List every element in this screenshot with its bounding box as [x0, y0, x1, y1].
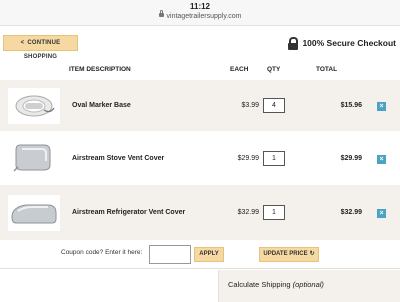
column-header-each: EACH	[230, 66, 249, 73]
divider	[0, 268, 400, 269]
clock: 11:12	[189, 2, 211, 11]
quantity-input[interactable]: 1	[263, 151, 285, 166]
continue-shopping-label: CONTINUE SHOPPING	[23, 40, 61, 60]
quantity-input[interactable]: 1	[263, 205, 285, 220]
remove-item-icon[interactable]: ×	[377, 102, 386, 111]
product-name[interactable]: Airstream Refrigerator Vent Cover	[72, 209, 185, 216]
status-bar: 11:12 vintagetrailersupply.com	[0, 0, 400, 26]
secure-checkout-text: 100% Secure Checkout	[302, 38, 396, 48]
cart-row: Oval Marker Base $3.99 4 $15.96 ×	[0, 80, 400, 131]
cart-row: Airstream Stove Vent Cover $29.99 1 $29.…	[0, 131, 400, 185]
product-image-stove-vent-cover[interactable]	[8, 139, 60, 175]
unit-price: $29.99	[237, 155, 259, 162]
refresh-icon: ↻	[309, 251, 315, 257]
update-price-button[interactable]: UPDATE PRICE ↻	[259, 247, 319, 262]
line-total: $15.96	[340, 102, 362, 109]
unit-price: $32.99	[237, 209, 259, 216]
padlock-icon	[288, 36, 299, 50]
column-header-total: TOTAL	[316, 66, 338, 73]
continue-shopping-button[interactable]: < CONTINUE SHOPPING	[3, 35, 78, 60]
coupon-code-input[interactable]	[149, 245, 191, 264]
product-image-oval-marker-base[interactable]	[8, 88, 60, 124]
remove-item-icon[interactable]: ×	[377, 155, 386, 164]
lock-icon	[158, 10, 164, 17]
url-text: vintagetrailersupply.com	[166, 13, 242, 20]
update-price-label: UPDATE PRICE	[263, 251, 308, 257]
cart-row: Airstream Refrigerator Vent Cover $32.99…	[0, 185, 400, 240]
product-name[interactable]: Airstream Stove Vent Cover	[72, 155, 164, 162]
optional-text: (optional)	[292, 280, 324, 289]
remove-item-icon[interactable]: ×	[377, 209, 386, 218]
apply-coupon-button[interactable]: APPLY	[194, 247, 224, 262]
product-image-refrigerator-vent-cover[interactable]	[8, 195, 60, 231]
line-total: $32.99	[340, 209, 362, 216]
quantity-input[interactable]: 4	[263, 98, 285, 113]
product-name[interactable]: Oval Marker Base	[72, 102, 131, 109]
chevron-left-icon: <	[20, 40, 25, 46]
calculate-shipping-text: Calculate Shipping	[228, 280, 291, 289]
coupon-label: Coupon code? Enter it here:	[61, 249, 143, 256]
address-bar[interactable]: vintagetrailersupply.com	[0, 10, 400, 20]
column-header-item: ITEM DESCRIPTION	[69, 66, 131, 73]
unit-price: $3.99	[241, 102, 259, 109]
secure-checkout-badge: 100% Secure Checkout	[288, 35, 396, 51]
line-total: $29.99	[340, 155, 362, 162]
column-header-qty: QTY	[267, 66, 281, 73]
calculate-shipping-label[interactable]: Calculate Shipping (optional)	[228, 280, 324, 289]
shipping-section: Calculate Shipping (optional)	[0, 270, 400, 302]
